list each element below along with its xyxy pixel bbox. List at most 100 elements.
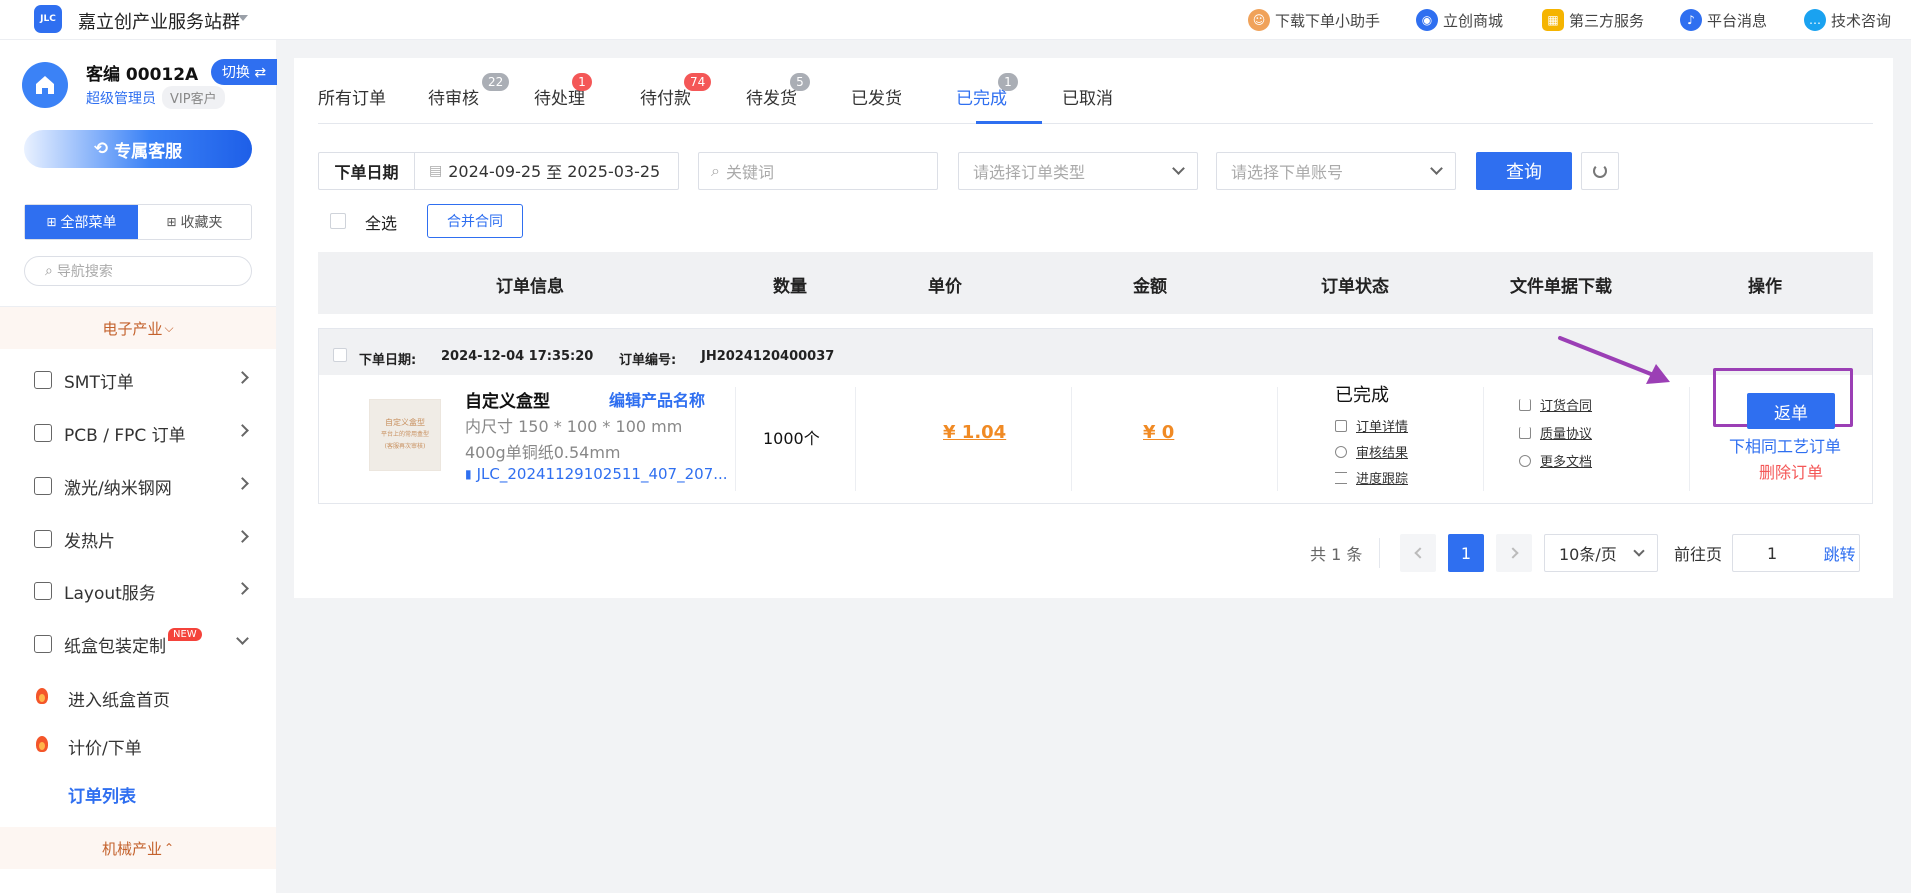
tab-all-menu[interactable]: ⊞ 全部菜单	[25, 205, 138, 239]
topnav-mall[interactable]: ◉ 立创商城	[1416, 0, 1503, 40]
return-order-button[interactable]: 返单	[1747, 393, 1835, 429]
chevron-down-icon	[1172, 162, 1185, 175]
download-icon	[1519, 426, 1531, 439]
keyword-input[interactable]: ⌕ 关键词	[698, 152, 938, 190]
total-count: 共 1 条	[1310, 545, 1363, 564]
page-size-select[interactable]: 10条/页	[1544, 534, 1658, 572]
topnav-third-party[interactable]: ▦ 第三方服务	[1542, 0, 1644, 40]
user-role: 超级管理员	[86, 91, 156, 107]
merge-contract-button[interactable]: 合并合同	[427, 204, 523, 238]
refresh-button[interactable]	[1581, 152, 1619, 190]
site-title[interactable]: 嘉立创产业服务站群	[78, 8, 240, 34]
query-button[interactable]: 查询	[1476, 152, 1572, 190]
divider	[735, 387, 736, 491]
count-badge: 1	[572, 73, 592, 91]
topnav-messages[interactable]: ♪ 平台消息	[1680, 0, 1767, 40]
refresh-icon	[1593, 164, 1607, 178]
chevron-left-icon	[1413, 547, 1426, 559]
link-label: 订单详情	[1356, 420, 1409, 435]
chevron-down-icon[interactable]	[238, 15, 248, 21]
progress-track-link[interactable]: 进度跟踪	[1335, 468, 1408, 487]
chevron-right-icon	[236, 477, 249, 490]
page-size-value: 10条/页	[1559, 545, 1617, 564]
sub-item-order-list[interactable]: 订单列表	[0, 770, 276, 816]
topnav-label: 技术咨询	[1831, 11, 1892, 30]
nav-search-input[interactable]: ⌕ 导航搜索	[24, 256, 252, 286]
date-label: 下单日期	[319, 153, 415, 189]
edit-product-name-link[interactable]: 编辑产品名称	[609, 387, 705, 411]
date-sep: 至	[546, 163, 563, 182]
th-order-info: 订单信息	[496, 277, 564, 297]
tab-shipped[interactable]: 已发货	[851, 84, 902, 109]
page-button-current[interactable]: 1	[1448, 534, 1484, 572]
sub-item-pricing[interactable]: 计价/下单	[0, 722, 276, 768]
tab-favorites[interactable]: ⊞ 收藏夹	[138, 205, 251, 239]
jump-button[interactable]: 跳转	[1820, 534, 1860, 572]
avatar[interactable]	[22, 62, 68, 108]
active-tab-indicator	[976, 121, 1042, 124]
product-thumbnail[interactable]: 自定义盒型 平台上的常用盒型 (客服再次审核)	[369, 399, 441, 471]
category-machinery[interactable]: 机械产业 ⌃	[0, 827, 276, 869]
account-select[interactable]: 请选择下单账号	[1216, 152, 1456, 190]
sidebar-item-smt[interactable]: SMT订单	[0, 354, 276, 406]
top-bar: JLC 嘉立创产业服务站群 ☺ 下载下单小助手 ◉ 立创商城 ▦ 第三方服务 ♪…	[0, 0, 1911, 40]
more-documents-link[interactable]: 更多文档	[1519, 451, 1592, 470]
sub-item-label: 计价/下单	[68, 739, 142, 759]
file-icon: ▮	[465, 467, 472, 481]
tab-pending-review[interactable]: 待审核	[428, 84, 479, 109]
topnav-download-assistant[interactable]: ☺ 下载下单小助手	[1248, 0, 1380, 40]
date-range-picker[interactable]: 下单日期 ▤ 2024-09-25 至 2025-03-25	[318, 152, 679, 190]
dedicated-service-button[interactable]: ⟲ 专属客服	[24, 130, 252, 168]
design-file-link[interactable]: ▮ JLC_20241129102511_407_207...	[465, 465, 728, 483]
site-logo[interactable]: JLC	[34, 5, 62, 33]
tab-cancelled[interactable]: 已取消	[1062, 84, 1113, 109]
count-badge: 74	[684, 73, 712, 91]
delete-order-link[interactable]: 删除订单	[1759, 459, 1823, 483]
keyword-placeholder: 关键词	[725, 163, 774, 182]
select-all-checkbox[interactable]	[330, 213, 346, 229]
thumb-line: (客服再次审核)	[384, 443, 426, 450]
sidebar-item-layout[interactable]: Layout服务	[0, 565, 276, 617]
tab-pending-shipment[interactable]: 待发货	[746, 84, 797, 109]
order-type-select[interactable]: 请选择订单类型	[958, 152, 1198, 190]
next-page-button[interactable]	[1496, 534, 1532, 572]
goto-value: 1	[1767, 543, 1778, 563]
order-date-value: 2024-12-04 17:35:20	[441, 349, 594, 364]
chevron-down-icon	[1430, 162, 1443, 175]
category-label: 机械产业	[101, 839, 162, 858]
sidebar-item-label: PCB / FPC 订单	[64, 426, 186, 446]
divider	[855, 387, 856, 491]
sidebar-item-stencil[interactable]: 激光/纳米钢网	[0, 460, 276, 512]
download-contract-link[interactable]: 订货合同	[1519, 395, 1592, 414]
search-placeholder: 导航搜索	[56, 264, 113, 280]
sidebar-item-box-packaging[interactable]: 纸盒包装定制 NEW	[0, 618, 276, 670]
home-icon	[36, 76, 54, 94]
chevron-down-icon	[236, 632, 249, 645]
sidebar: 客编 00012A 切换 ⇄ 超级管理员 VIP客户 ⟲ 专属客服 ⊞ 全部菜单…	[0, 40, 277, 893]
tab-all-orders[interactable]: 所有订单	[318, 84, 386, 109]
prev-page-button[interactable]	[1400, 534, 1436, 572]
order-detail-link[interactable]: 订单详情	[1335, 416, 1408, 435]
amount-value[interactable]: ¥ 0	[1143, 422, 1174, 443]
unit-price-value[interactable]: ¥ 1.04	[943, 422, 1006, 443]
date-start: 2024-09-25	[448, 161, 542, 181]
review-result-link[interactable]: 审核结果	[1335, 442, 1408, 461]
sidebar-item-heating[interactable]: 发热片	[0, 513, 276, 565]
thumb-line: 自定义盒型	[385, 418, 425, 427]
th-unit-price: 单价	[928, 277, 962, 297]
topnav-tech-consult[interactable]: … 技术咨询	[1804, 0, 1891, 40]
tab-pending-payment[interactable]: 待付款	[640, 84, 691, 109]
reorder-same-process-link[interactable]: 下相同工艺订单	[1729, 433, 1841, 457]
vip-badge: VIP客户	[162, 86, 225, 109]
goto-page-input[interactable]: 1	[1732, 534, 1820, 572]
download-quality-agreement-link[interactable]: 质量协议	[1519, 423, 1592, 442]
headset-icon: ⟲	[93, 139, 109, 159]
search-icon: ⌕	[711, 161, 720, 180]
layout-icon	[34, 582, 52, 600]
switch-account-button[interactable]: 切换 ⇄	[211, 59, 277, 85]
product-name: 自定义盒型	[465, 392, 550, 412]
sidebar-item-pcb[interactable]: PCB / FPC 订单	[0, 407, 276, 459]
sub-item-box-home[interactable]: 进入纸盒首页	[0, 674, 276, 720]
category-electronics[interactable]: 电子产业 ⌵	[0, 307, 276, 349]
order-checkbox[interactable]	[333, 348, 347, 362]
